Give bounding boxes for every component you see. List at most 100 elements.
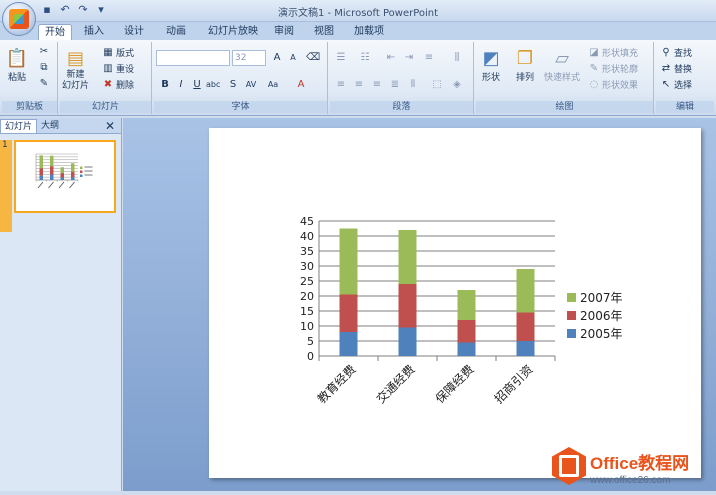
change-case-icon[interactable]: Aa — [266, 78, 280, 92]
clear-format-icon[interactable]: ⌫ — [306, 51, 320, 65]
align-right-icon[interactable]: ≡ — [370, 78, 384, 92]
bar — [516, 312, 535, 341]
watermark-title: Office教程网 — [590, 454, 690, 473]
decrease-indent-icon[interactable]: ⇤ — [384, 51, 398, 65]
bar — [339, 294, 358, 332]
thumb-category-mark — [48, 181, 54, 189]
font-color-icon[interactable]: A — [294, 78, 308, 92]
slide-number: 1 — [2, 140, 8, 150]
replace-button[interactable]: ⇄ 替换 — [660, 62, 692, 75]
increase-indent-icon[interactable]: ⇥ — [402, 51, 416, 65]
x-tick-label: 交通经费 — [373, 362, 418, 407]
bullets-icon[interactable]: ☰ — [334, 51, 348, 65]
justify-icon[interactable]: ≣ — [388, 78, 402, 92]
underline-icon[interactable]: U — [190, 78, 204, 92]
y-tick-label: 30 — [300, 260, 314, 273]
arrange-button[interactable]: ❐ 排列 — [512, 46, 538, 84]
arrange-icon: ❐ — [516, 47, 534, 69]
shapes-icon: ◩ — [482, 47, 500, 69]
legend-label: 2005年 — [580, 327, 623, 341]
shape-fill-label: 形状填充 — [602, 49, 639, 59]
strikethrough-icon[interactable]: abc — [206, 78, 220, 92]
bar — [457, 290, 476, 320]
paste-button[interactable]: 📋 粘贴 — [4, 46, 30, 84]
layout-button[interactable]: ▦ 版式 — [102, 46, 134, 59]
thumbnail-chart — [35, 153, 93, 189]
tab-addins[interactable]: 加载项 — [348, 24, 390, 40]
select-label: 选择 — [674, 81, 693, 91]
bar — [71, 163, 75, 172]
legend-swatch — [80, 170, 83, 173]
quick-styles-icon: ▱ — [555, 47, 569, 69]
quick-styles-label: 快速样式 — [544, 73, 581, 83]
find-button[interactable]: ⚲ 查找 — [660, 46, 692, 59]
reset-button[interactable]: ▥ 重设 — [102, 62, 134, 75]
thumb-category-mark — [69, 181, 75, 189]
new-slide-button[interactable]: ▤ 新建 幻灯片 — [62, 46, 89, 92]
slide-canvas[interactable]: 0 5 10 15 20 25 30 35 40 45 教育经费 交通经费 保障经费 招商引资 2007年 2… — [209, 128, 701, 478]
replace-label: 替换 — [674, 65, 693, 75]
arrange-label: 排列 — [515, 73, 534, 83]
legend-swatch — [80, 166, 83, 169]
tab-home[interactable]: 开始 — [38, 24, 72, 40]
align-left-icon[interactable]: ≡ — [334, 78, 348, 92]
char-spacing-icon[interactable]: AV — [244, 78, 258, 92]
tab-animation[interactable]: 动画 — [160, 24, 192, 40]
x-tick-label: 保障经费 — [432, 362, 477, 407]
legend-swatch — [567, 329, 576, 338]
format-painter-button[interactable]: ✎ — [38, 78, 50, 89]
tab-design[interactable]: 设计 — [118, 24, 150, 40]
tab-outline[interactable]: 大纲 — [37, 119, 63, 133]
tab-insert[interactable]: 插入 — [78, 24, 110, 40]
smartart-icon[interactable]: ◈ — [450, 78, 464, 92]
paste-icon: 📋 — [5, 47, 29, 69]
tab-view[interactable]: 视图 — [308, 24, 340, 40]
bar — [71, 171, 75, 178]
slide-thumbnail[interactable] — [14, 140, 116, 213]
select-button[interactable]: ↖ 选择 — [660, 78, 692, 91]
font-name-input[interactable] — [156, 50, 230, 66]
delete-icon: ✖ — [103, 79, 113, 90]
pen-icon: ✎ — [589, 63, 599, 74]
shrink-font-icon[interactable]: A — [286, 51, 300, 65]
tab-slideshow[interactable]: 幻灯片放映 — [202, 24, 264, 40]
shapes-button[interactable]: ◩ 形状 — [478, 46, 504, 84]
reset-label: 重设 — [116, 65, 135, 75]
layout-label: 版式 — [116, 49, 135, 59]
columns-icon[interactable]: ⫴ — [406, 78, 420, 92]
stacked-bar-chart[interactable]: 0 5 10 15 20 25 30 35 40 45 教育经费 交通经费 保障经费 招商引资 2007年 2… — [209, 128, 701, 478]
new-slide-icon: ▤ — [66, 47, 84, 69]
numbering-icon[interactable]: ☷ — [358, 51, 372, 65]
tab-review[interactable]: 审阅 — [268, 24, 300, 40]
shape-effects-label: 形状效果 — [602, 81, 639, 91]
grow-font-icon[interactable]: A — [270, 51, 284, 65]
bar — [398, 327, 417, 356]
new-slide-label: 新建 幻灯片 — [62, 70, 90, 91]
bar — [516, 269, 535, 313]
watermark: Office教程网 www.office26.com — [552, 445, 716, 495]
close-icon[interactable]: ✕ — [105, 119, 115, 133]
align-text-icon[interactable]: ⬚ — [430, 78, 444, 92]
cut-button[interactable]: ✂ — [38, 46, 50, 57]
bold-icon[interactable]: B — [158, 78, 172, 92]
tab-slides[interactable]: 幻灯片 — [0, 118, 38, 133]
shape-fill-button[interactable]: ◪ 形状填充 — [588, 46, 638, 59]
line-spacing-icon[interactable]: ≡ — [422, 51, 436, 65]
font-size-input[interactable]: 32 — [232, 50, 266, 66]
quick-styles-button[interactable]: ▱ 快速样式 — [544, 46, 581, 84]
delete-button[interactable]: ✖ 删除 — [102, 78, 134, 91]
bar — [50, 155, 54, 167]
bar — [516, 341, 535, 356]
shape-outline-button[interactable]: ✎ 形状轮廓 — [588, 62, 638, 75]
shadow-icon[interactable]: S — [226, 78, 240, 92]
bar — [339, 332, 358, 356]
paragraph-group: ☰ ☷ ⇤ ⇥ ≡ ⫼ ≡ ≡ ≡ ≣ ⫴ ⬚ ◈ 段落 — [330, 42, 474, 114]
text-direction-icon[interactable]: ⫼ — [450, 51, 464, 65]
align-center-icon[interactable]: ≡ — [352, 78, 366, 92]
italic-icon[interactable]: I — [174, 78, 188, 92]
find-label: 查找 — [674, 49, 693, 59]
bar — [39, 155, 43, 169]
shape-effects-button[interactable]: ◌ 形状效果 — [588, 78, 638, 91]
copy-button[interactable]: ⧉ — [38, 62, 50, 73]
office-button[interactable] — [2, 2, 36, 36]
